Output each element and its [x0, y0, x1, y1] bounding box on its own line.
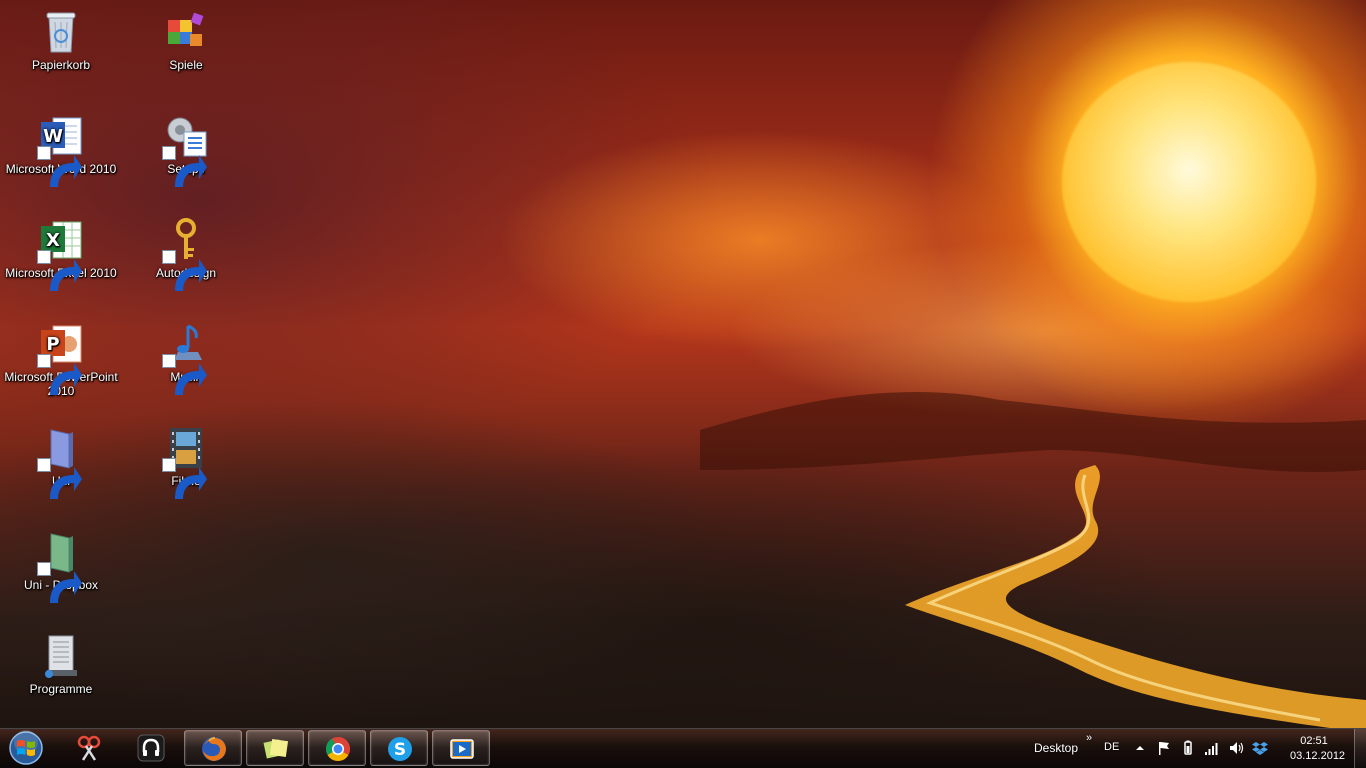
tray-expand-icon: [1136, 746, 1144, 750]
desktop-icon-uni[interactable]: Uni: [2, 424, 120, 499]
desktop-icon-autodesign[interactable]: Autodesign: [127, 216, 245, 291]
folder-icon: [37, 424, 85, 499]
start-button[interactable]: [6, 730, 46, 766]
desktop-icon-powerpoint[interactable]: P Microsoft PowerPoint 2010: [2, 320, 120, 398]
film-icon: [162, 424, 210, 499]
programs-icon: [37, 632, 85, 680]
shortcut-arrow-icon: [37, 562, 82, 603]
sticky-notes-icon: [263, 738, 289, 759]
desktop-icon-label: Spiele: [169, 58, 203, 72]
chrome-icon: [325, 737, 351, 762]
taskbar-chrome[interactable]: [308, 730, 366, 766]
taskbar-sticky-notes[interactable]: [246, 730, 304, 766]
toolbar-chevron[interactable]: »: [1086, 731, 1092, 745]
svg-text:P: P: [46, 334, 59, 355]
taskbar-skype[interactable]: S: [370, 730, 428, 766]
desktop-icon-programme[interactable]: Programme: [2, 632, 120, 696]
windows-start-icon: [9, 730, 43, 765]
shortcut-arrow-icon: [162, 458, 207, 499]
powerpoint-icon: P: [37, 320, 85, 395]
shortcut-arrow-icon: [37, 458, 82, 499]
setups-icon: [162, 112, 210, 187]
show-desktop-button[interactable]: [1354, 729, 1366, 768]
desktop-toolbar-label[interactable]: Desktop: [1034, 741, 1078, 755]
shortcut-arrow-icon: [162, 250, 207, 291]
desktop-icon-spiele[interactable]: Spiele: [127, 8, 245, 72]
taskbar-firefox[interactable]: [184, 730, 242, 766]
volume-button[interactable]: [1228, 740, 1244, 756]
dropbox-icon: [1252, 742, 1268, 755]
taskbar-media-player[interactable]: [432, 730, 490, 766]
taskbar-headphones-app[interactable]: [122, 730, 180, 766]
word-icon: W: [37, 112, 85, 187]
skype-icon: S: [388, 737, 412, 761]
shortcut-arrow-icon: [37, 146, 82, 187]
recycle-bin-icon: [37, 8, 85, 56]
desktop-icon-musik[interactable]: Musik: [127, 320, 245, 395]
desktop-icon-excel[interactable]: X Microsoft Excel 2010: [2, 216, 120, 291]
power-icon: [1184, 740, 1192, 755]
svg-text:S: S: [394, 740, 406, 760]
action-center-button[interactable]: [1156, 740, 1172, 756]
clock-time: 02:51: [1300, 735, 1328, 747]
action-center-flag-icon: [1159, 742, 1169, 755]
games-folder-icon: [162, 8, 210, 56]
clock-date: 03.12.2012: [1290, 750, 1346, 762]
music-note-icon: [162, 320, 210, 395]
tray-expand-button[interactable]: [1132, 740, 1148, 756]
dropbox-tray-button[interactable]: [1252, 740, 1268, 756]
power-button[interactable]: [1180, 740, 1196, 756]
key-icon: [162, 216, 210, 291]
desktop-icon-label: Programme: [29, 682, 93, 696]
desktop-icon-word[interactable]: W Microsoft Word 2010: [2, 112, 120, 187]
language-indicator[interactable]: DE: [1104, 740, 1119, 754]
headphones-app-icon: [137, 734, 165, 762]
network-button[interactable]: [1204, 740, 1220, 756]
desktop-icon-filme[interactable]: Filme: [127, 424, 245, 499]
network-signal-icon: [1205, 743, 1218, 755]
svg-text:W: W: [43, 126, 63, 147]
desktop-icon-setups[interactable]: Setups: [127, 112, 245, 187]
desktop-icon-papierkorb[interactable]: Papierkorb: [2, 8, 120, 72]
excel-icon: X: [37, 216, 85, 291]
taskbar-snipping-tool[interactable]: [60, 730, 118, 766]
desktop-icon-uni-dropbox[interactable]: Uni - Dropbox: [2, 528, 120, 603]
shortcut-arrow-icon: [37, 250, 82, 291]
shortcut-arrow-icon: [37, 354, 82, 395]
shortcut-arrow-icon: [162, 146, 207, 187]
shortcut-arrow-icon: [162, 354, 207, 395]
desktop-icon-label: Papierkorb: [31, 58, 91, 72]
system-clock[interactable]: 02:51 03.12.2012: [1290, 734, 1346, 764]
folder-icon: [37, 528, 85, 603]
volume-icon: [1230, 742, 1244, 754]
snipping-tool-icon: [77, 735, 101, 761]
media-player-icon: [450, 739, 474, 759]
svg-text:X: X: [46, 230, 60, 251]
firefox-icon: [202, 737, 226, 761]
